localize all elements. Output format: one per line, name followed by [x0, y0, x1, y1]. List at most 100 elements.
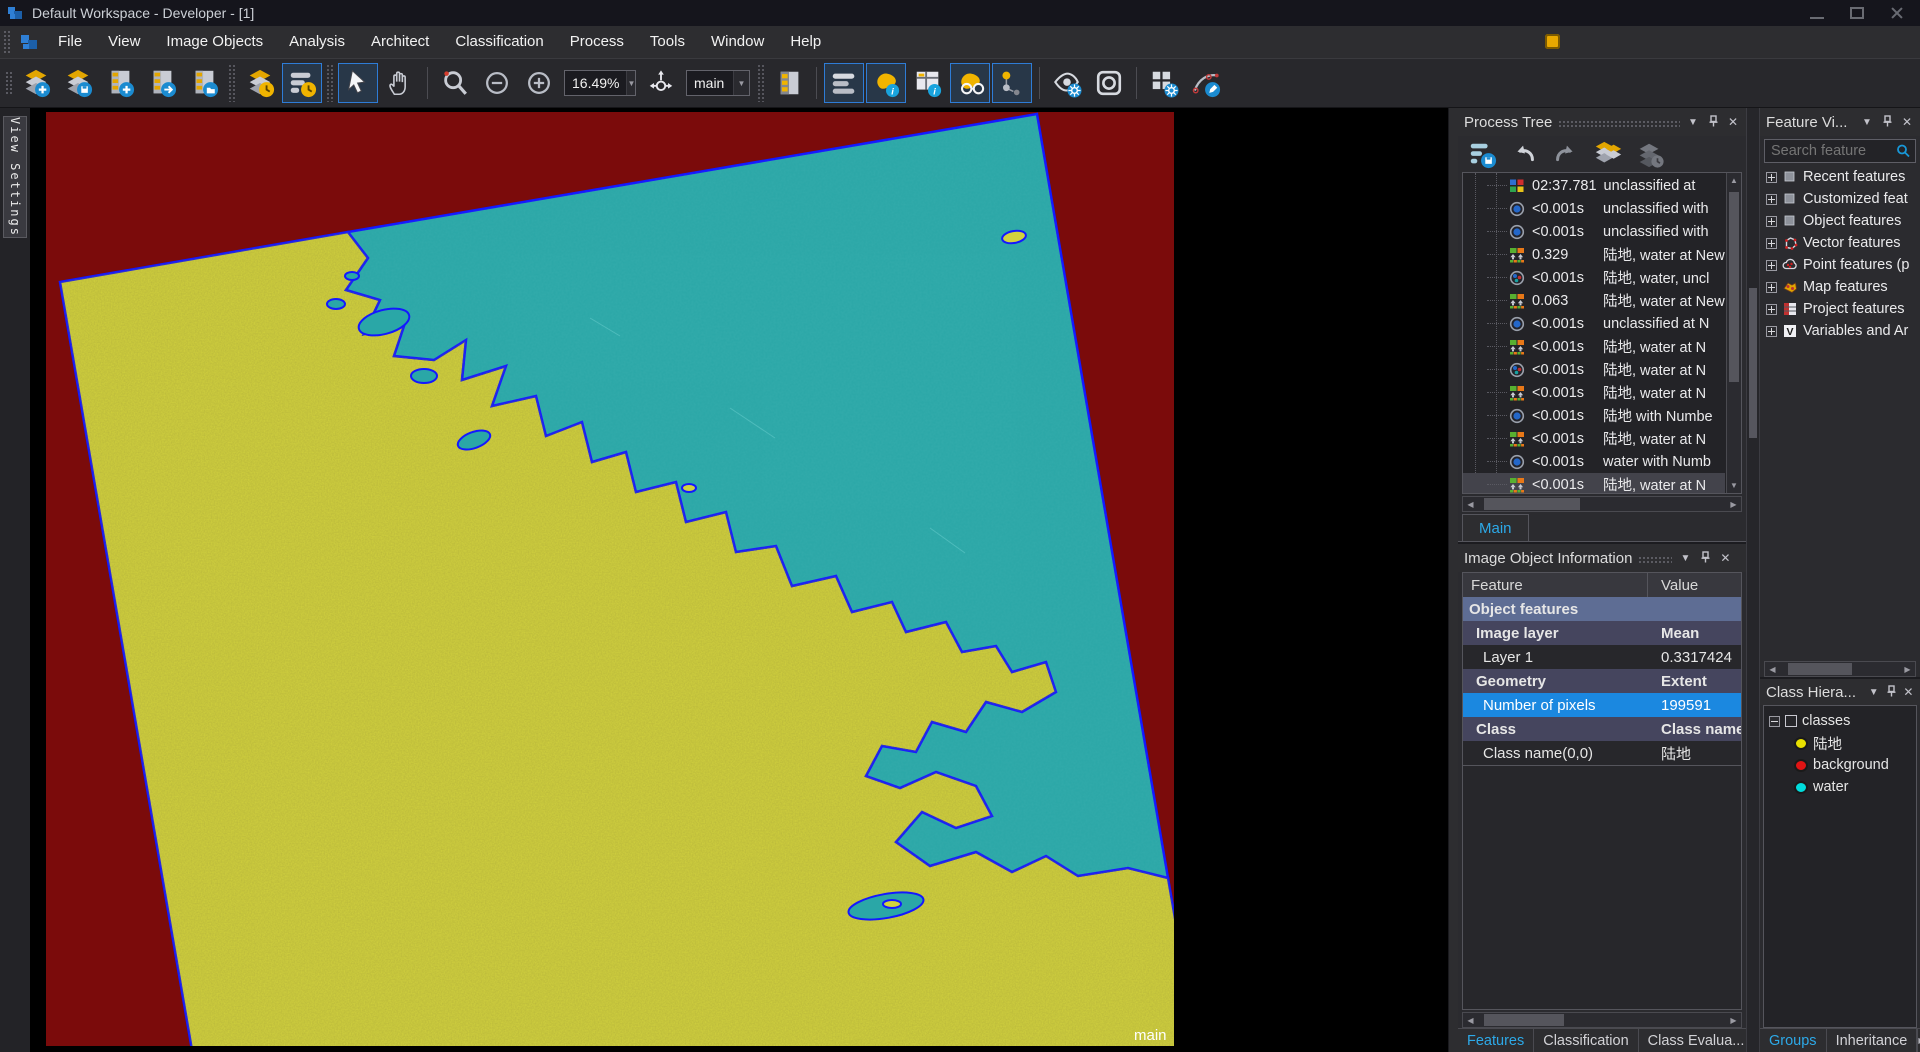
undo-button[interactable]: [1508, 138, 1540, 170]
transparency-view-button[interactable]: [950, 63, 990, 103]
expand-icon[interactable]: [1766, 282, 1777, 293]
menu-analysis[interactable]: Analysis: [276, 26, 358, 58]
search-input[interactable]: [1765, 143, 1895, 159]
panel-menu-icon[interactable]: ▼: [1860, 117, 1874, 128]
zoom-in-button[interactable]: [519, 63, 559, 103]
feature-group-map-features[interactable]: Map features: [1760, 276, 1920, 298]
pixel-object-view-button[interactable]: i: [908, 63, 948, 103]
feature-group-variables-and-ar[interactable]: VVariables and Ar: [1760, 320, 1920, 342]
process-row[interactable]: 0.063陆地, water at New: [1463, 289, 1725, 312]
feature-tree[interactable]: Recent featuresCustomized featObject fea…: [1760, 166, 1920, 342]
tab-classification[interactable]: Classification: [1534, 1029, 1638, 1052]
column-value[interactable]: Value: [1648, 573, 1741, 597]
process-tree-list[interactable]: 02:37.781unclassified at<0.001sunclassif…: [1462, 172, 1742, 494]
classes-root-node[interactable]: classes: [1764, 710, 1916, 732]
minimize-button[interactable]: [1810, 7, 1824, 19]
zoom-out-button[interactable]: [477, 63, 517, 103]
tab-class-evalua-[interactable]: Class Evalua...: [1639, 1029, 1755, 1052]
stack-gray-button[interactable]: [1634, 138, 1666, 170]
expand-icon[interactable]: [1766, 260, 1777, 271]
scroll-up-icon[interactable]: ▲: [1730, 173, 1738, 188]
feature-group-project-features[interactable]: Project features: [1760, 298, 1920, 320]
scroll-right-icon[interactable]: ▶: [1900, 665, 1915, 674]
pin-icon[interactable]: [1880, 115, 1894, 130]
process-row[interactable]: <0.001sunclassified at N: [1463, 312, 1725, 335]
collapse-icon[interactable]: [1769, 716, 1780, 727]
dock-splitter-2[interactable]: [1746, 108, 1760, 1052]
expand-icon[interactable]: [1766, 172, 1777, 183]
view-settings-tab[interactable]: View Settings: [3, 116, 27, 238]
map-viewer[interactable]: main: [30, 108, 1448, 1052]
close-icon[interactable]: ✕: [1900, 115, 1914, 129]
expand-icon[interactable]: [1766, 194, 1777, 205]
panel-menu-icon[interactable]: ▼: [1868, 687, 1879, 698]
feature-row-layer-1[interactable]: Layer 10.3317424: [1463, 645, 1741, 669]
pt-save-button[interactable]: [1466, 138, 1498, 170]
scroll-down-icon[interactable]: ▼: [1730, 478, 1738, 493]
panel-menu-icon[interactable]: ▼: [1686, 117, 1700, 128]
class-water[interactable]: water: [1764, 776, 1916, 798]
scroll-left-icon[interactable]: ◀: [1463, 500, 1478, 509]
scroll-left-icon[interactable]: ◀: [1463, 1016, 1478, 1025]
view-layer-button[interactable]: [824, 63, 864, 103]
map-combo[interactable]: main▼: [686, 70, 750, 96]
edit-thresholds-button[interactable]: [1186, 63, 1226, 103]
close-icon[interactable]: ✕: [1903, 685, 1914, 699]
feature-value-table[interactable]: Feature Value Object featuresImage layer…: [1462, 572, 1742, 766]
pan-hand-button[interactable]: [380, 63, 420, 103]
panel-drag-handle[interactable]: [1638, 556, 1672, 563]
chevron-down-icon[interactable]: ▼: [626, 71, 635, 95]
analysis-builder-button[interactable]: [240, 63, 280, 103]
search-icon[interactable]: [1895, 143, 1911, 159]
menu-architect[interactable]: Architect: [358, 26, 442, 58]
column-feature[interactable]: Feature: [1463, 573, 1648, 597]
compare-scene-button[interactable]: [1089, 63, 1129, 103]
close-icon[interactable]: ✕: [1726, 115, 1740, 129]
save-project-button[interactable]: [58, 63, 98, 103]
feature-view-hscrollbar[interactable]: ◀ ▶: [1764, 661, 1916, 677]
feature-search-box[interactable]: [1764, 139, 1916, 163]
menu-window[interactable]: Window: [698, 26, 777, 58]
process-row[interactable]: 02:37.781unclassified at: [1463, 174, 1725, 197]
open-workspace-button[interactable]: [184, 63, 224, 103]
feature-group-vector-features[interactable]: Vector features: [1760, 232, 1920, 254]
class-background[interactable]: background: [1764, 754, 1916, 776]
tab-groups[interactable]: Groups: [1760, 1029, 1827, 1052]
feature-row-class-name-0-0-[interactable]: Class name(0,0)陆地: [1463, 741, 1741, 765]
stack-yellow-button[interactable]: [1592, 138, 1624, 170]
classified-scene[interactable]: [30, 108, 1448, 1052]
window-layout-button[interactable]: [769, 63, 809, 103]
menu-view[interactable]: View: [95, 26, 153, 58]
area-zoom-button[interactable]: [435, 63, 475, 103]
class-陆地[interactable]: 陆地: [1764, 732, 1916, 754]
navigate-button[interactable]: [641, 63, 681, 103]
process-row[interactable]: <0.001sunclassified with: [1463, 197, 1725, 220]
process-row[interactable]: <0.001s陆地, water at N: [1463, 358, 1725, 381]
panel-drag-handle[interactable]: [1558, 120, 1680, 127]
tab-features[interactable]: Features: [1458, 1029, 1534, 1052]
select-cursor-button[interactable]: [338, 63, 378, 103]
process-row[interactable]: <0.001s陆地, water at N: [1463, 381, 1725, 404]
create-workspace-button[interactable]: [100, 63, 140, 103]
chevron-down-icon[interactable]: ▼: [733, 71, 749, 95]
pin-icon[interactable]: [1706, 115, 1720, 130]
close-button[interactable]: [1890, 7, 1904, 19]
close-icon[interactable]: ✕: [1718, 551, 1732, 565]
menu-process[interactable]: Process: [557, 26, 637, 58]
expand-icon[interactable]: [1766, 326, 1777, 337]
process-row[interactable]: <0.001sunclassified with: [1463, 220, 1725, 243]
feature-group-recent-features[interactable]: Recent features: [1760, 166, 1920, 188]
process-row[interactable]: <0.001s陆地, water at N: [1463, 427, 1725, 450]
process-row[interactable]: <0.001s陆地, water at N: [1463, 335, 1725, 358]
ioi-hscrollbar[interactable]: ◀ ▶: [1462, 1012, 1742, 1028]
process-row[interactable]: 0.329陆地, water at New: [1463, 243, 1725, 266]
show-hide-outlines-button[interactable]: [1047, 63, 1087, 103]
feature-group-customized-feat[interactable]: Customized feat: [1760, 188, 1920, 210]
expand-icon[interactable]: [1766, 238, 1777, 249]
menu-help[interactable]: Help: [777, 26, 834, 58]
menu-image-objects[interactable]: Image Objects: [153, 26, 276, 58]
panel-menu-icon[interactable]: ▼: [1678, 553, 1692, 564]
process-tree-vscrollbar[interactable]: ▲ ▼: [1726, 173, 1741, 493]
feature-row-number-of-pixels[interactable]: Number of pixels199591: [1463, 693, 1741, 717]
pin-icon[interactable]: [1885, 685, 1896, 700]
